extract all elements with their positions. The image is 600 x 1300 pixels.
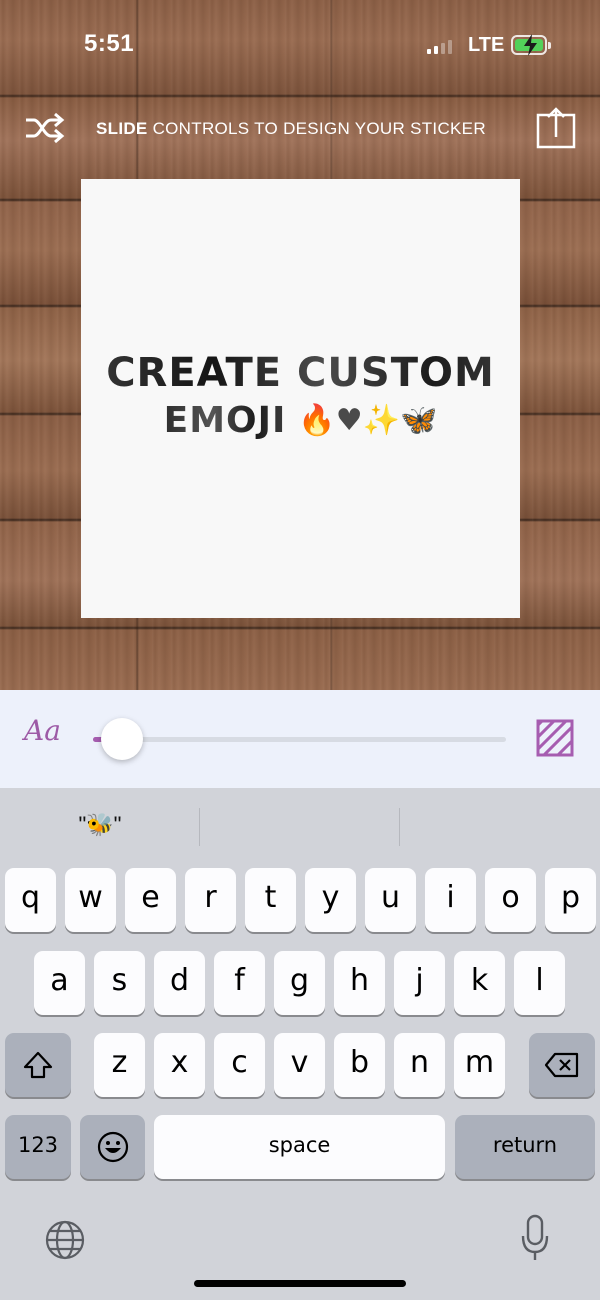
key-e[interactable]: e — [125, 868, 176, 932]
instruction-rest: CONTROLS TO DESIGN YOUR STICKER — [147, 119, 486, 138]
sticker-emoji: 🔥♥✨🦋 — [298, 403, 438, 438]
key-a[interactable]: a — [34, 951, 85, 1015]
key-r[interactable]: r — [185, 868, 236, 932]
key-q[interactable]: q — [5, 868, 56, 932]
instruction-emphasis: SLIDE — [96, 119, 148, 138]
instruction-text: SLIDE CONTROLS TO DESIGN YOUR STICKER — [96, 119, 486, 139]
key-s[interactable]: s — [94, 951, 145, 1015]
key-c[interactable]: c — [214, 1033, 265, 1097]
key-t[interactable]: t — [245, 868, 296, 932]
key-b[interactable]: b — [334, 1033, 385, 1097]
key-g[interactable]: g — [274, 951, 325, 1015]
sticker-canvas[interactable]: CREATE CUSTOM EMOJI 🔥♥✨🦋 — [81, 179, 520, 618]
key-i[interactable]: i — [425, 868, 476, 932]
cellular-signal-icon — [427, 40, 452, 54]
key-o[interactable]: o — [485, 868, 536, 932]
key-l[interactable]: l — [514, 951, 565, 1015]
emoji-icon — [97, 1131, 128, 1163]
key-y[interactable]: y — [305, 868, 356, 932]
share-icon[interactable] — [536, 107, 576, 149]
globe-icon[interactable] — [44, 1219, 86, 1261]
size-slider-thumb[interactable] — [100, 718, 143, 760]
key-v[interactable]: v — [274, 1033, 325, 1097]
suggestion-divider — [399, 808, 400, 846]
suggestion-divider — [199, 808, 200, 846]
key-h[interactable]: h — [334, 951, 385, 1015]
shuffle-icon[interactable] — [24, 112, 66, 144]
key-z[interactable]: z — [94, 1033, 145, 1097]
delete-key[interactable] — [529, 1033, 595, 1097]
font-icon[interactable]: Aa — [24, 714, 61, 747]
pattern-icon[interactable] — [536, 719, 574, 757]
backspace-icon — [544, 1052, 579, 1078]
key-f[interactable]: f — [214, 951, 265, 1015]
network-type: LTE — [468, 34, 505, 56]
key-x[interactable]: x — [154, 1033, 205, 1097]
battery-icon — [511, 34, 551, 56]
shift-icon — [23, 1051, 53, 1079]
sticker-line-2: EMOJI — [164, 397, 287, 445]
emoji-key[interactable] — [80, 1115, 145, 1179]
charging-bolt-icon — [524, 34, 537, 56]
status-bar: 5:51 LTE — [0, 0, 600, 90]
suggestion-1[interactable]: "🐝" — [0, 812, 200, 838]
sticker-line-1: CREATE CUSTOM — [81, 349, 520, 397]
top-bar: SLIDE CONTROLS TO DESIGN YOUR STICKER — [0, 100, 600, 156]
sticker-text: CREATE CUSTOM EMOJI 🔥♥✨🦋 — [81, 349, 520, 451]
home-indicator[interactable] — [194, 1280, 406, 1287]
key-d[interactable]: d — [154, 951, 205, 1015]
key-p[interactable]: p — [545, 868, 596, 932]
key-n[interactable]: n — [394, 1033, 445, 1097]
key-w[interactable]: w — [65, 868, 116, 932]
numbers-key[interactable]: 123 — [5, 1115, 71, 1179]
key-m[interactable]: m — [454, 1033, 505, 1097]
key-k[interactable]: k — [454, 951, 505, 1015]
key-u[interactable]: u — [365, 868, 416, 932]
return-key[interactable]: return — [455, 1115, 595, 1179]
space-key[interactable]: space — [154, 1115, 445, 1179]
key-j[interactable]: j — [394, 951, 445, 1015]
shift-key[interactable] — [5, 1033, 71, 1097]
size-slider-track[interactable] — [93, 737, 506, 742]
microphone-icon[interactable] — [520, 1214, 550, 1262]
status-time: 5:51 — [84, 30, 135, 57]
